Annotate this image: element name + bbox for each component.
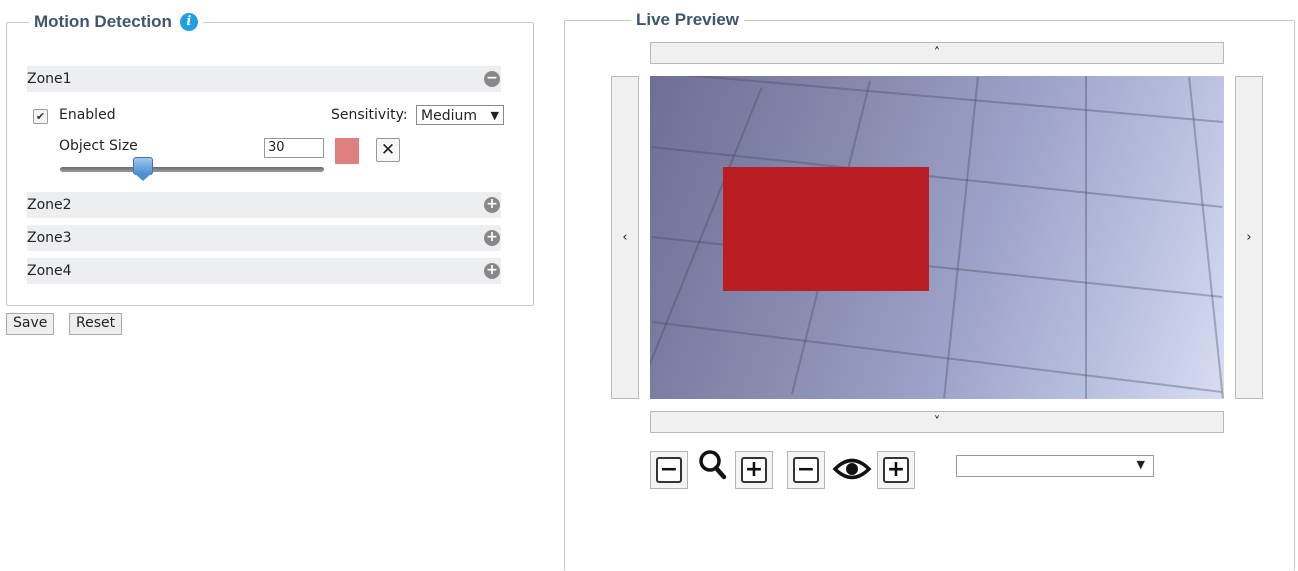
- pan-left-button[interactable]: ‹: [611, 76, 639, 399]
- zone-header-zone4[interactable]: Zone4 +: [27, 258, 501, 284]
- object-size-label: Object Size: [59, 138, 138, 154]
- floor-tile-line: [1188, 76, 1224, 399]
- pan-right-button[interactable]: ›: [1235, 76, 1263, 399]
- magnifier-icon: [697, 448, 729, 482]
- zone-header-zone1[interactable]: Zone1 −: [27, 66, 501, 92]
- motion-detection-legend: Motion Detection i: [29, 12, 203, 32]
- floor-tile-line: [651, 76, 1223, 124]
- pan-up-button[interactable]: ˄: [650, 42, 1224, 64]
- zone-header-zone2[interactable]: Zone2 +: [27, 192, 501, 218]
- floor-tile-line: [652, 321, 1222, 393]
- camera-preview[interactable]: [650, 76, 1224, 399]
- zone-label: Zone3: [27, 230, 72, 246]
- focus-out-label: −: [793, 457, 819, 483]
- pan-down-button[interactable]: ˅: [650, 411, 1224, 433]
- focus-in-label: +: [883, 457, 909, 483]
- zone-color-swatch[interactable]: [335, 138, 359, 164]
- live-preview-legend: Live Preview: [631, 10, 744, 30]
- chevron-up-icon: ˄: [933, 45, 941, 61]
- zoom-in-button[interactable]: +: [735, 451, 773, 489]
- preset-dropdown[interactable]: ▼: [956, 455, 1154, 477]
- delete-zone-button[interactable]: ✕: [376, 138, 400, 162]
- expand-icon[interactable]: +: [484, 197, 500, 213]
- enabled-checkbox[interactable]: ✔: [33, 109, 48, 124]
- chevron-left-icon: ‹: [622, 230, 628, 245]
- focus-in-button[interactable]: +: [877, 451, 915, 489]
- collapse-icon[interactable]: −: [484, 71, 500, 87]
- sensitivity-select[interactable]: Medium ▼: [416, 105, 504, 125]
- info-icon[interactable]: i: [179, 13, 198, 31]
- chevron-down-icon: ▼: [490, 109, 499, 122]
- sensitivity-value: Medium: [421, 108, 477, 124]
- zoom-in-label: +: [741, 457, 767, 483]
- floor-tile-line: [943, 76, 979, 399]
- eye-icon: [832, 454, 872, 484]
- zoom-out-button[interactable]: −: [650, 451, 688, 489]
- zone-label: Zone1: [27, 71, 72, 87]
- enabled-label: Enabled: [59, 107, 116, 123]
- chevron-down-icon: ▼: [1136, 458, 1145, 471]
- zone-header-zone3[interactable]: Zone3 +: [27, 225, 501, 251]
- expand-icon[interactable]: +: [484, 230, 500, 246]
- chevron-right-icon: ›: [1246, 230, 1252, 245]
- object-size-slider[interactable]: [60, 157, 324, 181]
- zone-label: Zone4: [27, 263, 72, 279]
- floor-tile-line: [1085, 76, 1087, 399]
- motion-detection-title: Motion Detection: [34, 12, 172, 31]
- zoom-out-label: −: [656, 457, 682, 483]
- motion-zone-overlay[interactable]: [723, 167, 929, 291]
- focus-out-button[interactable]: −: [787, 451, 825, 489]
- sensitivity-label: Sensitivity:: [331, 107, 408, 123]
- object-size-input[interactable]: 30: [264, 138, 324, 158]
- slider-handle[interactable]: [132, 157, 153, 181]
- save-button[interactable]: Save: [6, 313, 55, 335]
- chevron-down-icon: ˅: [933, 414, 941, 430]
- reset-button[interactable]: Reset: [69, 313, 123, 335]
- expand-icon[interactable]: +: [484, 263, 500, 279]
- live-preview-title: Live Preview: [636, 10, 740, 29]
- zone-label: Zone2: [27, 197, 72, 213]
